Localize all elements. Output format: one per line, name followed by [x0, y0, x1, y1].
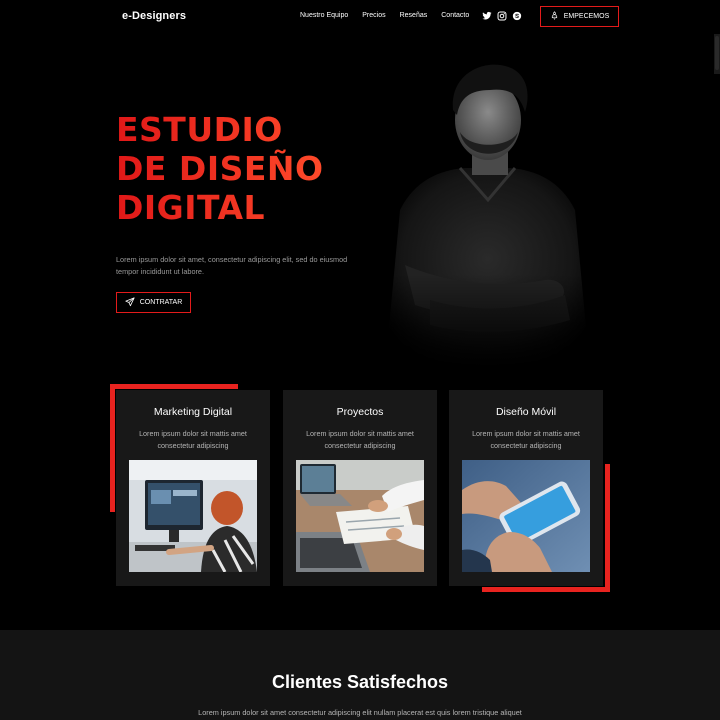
- card-proyectos[interactable]: Proyectos Lorem ipsum dolor sit mattis a…: [283, 390, 437, 586]
- hero-title-line-1: ESTUDIO: [116, 110, 324, 149]
- hero-title-line-2: DE DISEÑO: [116, 149, 324, 188]
- card-marketing[interactable]: Marketing Digital Lorem ipsum dolor sit …: [116, 390, 270, 586]
- nav-link-precios[interactable]: Precios: [362, 12, 385, 19]
- card-text: Lorem ipsum dolor sit mattis amet consec…: [306, 429, 414, 450]
- hero-person-photo: [360, 50, 630, 370]
- start-button[interactable]: EMPECEMOS: [540, 6, 619, 27]
- hero-title: ESTUDIO DE DISEÑO DIGITAL: [116, 110, 324, 227]
- twitter-icon[interactable]: [482, 11, 492, 21]
- card-title: Marketing Digital: [153, 406, 233, 418]
- hero-description: Lorem ipsum dolor sit amet, consectetur …: [116, 255, 348, 276]
- logo[interactable]: e-Designers: [122, 10, 186, 22]
- scrollbar[interactable]: [714, 34, 720, 74]
- card-title: Proyectos: [336, 406, 384, 418]
- start-button-label: EMPECEMOS: [563, 13, 610, 20]
- card-title: Diseño Móvil: [495, 406, 557, 418]
- clients-text: Lorem ipsum dolor sit amet consectetur a…: [198, 708, 522, 717]
- nav-link-contacto[interactable]: Contacto: [441, 12, 469, 19]
- nav-link-resenas[interactable]: Reseñas: [400, 12, 428, 19]
- skype-icon[interactable]: [512, 11, 522, 21]
- clients-section: Clientes Satisfechos Lorem ipsum dolor s…: [0, 630, 720, 720]
- rocket-icon: [550, 11, 559, 22]
- card-diseno-movil[interactable]: Diseño Móvil Lorem ipsum dolor sit matti…: [449, 390, 603, 586]
- nav-link-equipo[interactable]: Nuestro Equipo: [300, 12, 348, 19]
- card-text: Lorem ipsum dolor sit mattis amet consec…: [472, 429, 580, 450]
- top-nav: e-Designers Nuestro Equipo Precios Reseñ…: [0, 0, 720, 34]
- card-image-desk: [296, 460, 424, 572]
- hire-button[interactable]: CONTRATAR: [116, 292, 191, 313]
- card-image-phone: [462, 460, 590, 572]
- clients-title: Clientes Satisfechos: [271, 672, 449, 692]
- instagram-icon[interactable]: [497, 11, 507, 21]
- hero-title-line-3: DIGITAL: [116, 188, 324, 227]
- nav-links: Nuestro Equipo Precios Reseñas Contacto: [300, 12, 483, 19]
- hire-button-label: CONTRATAR: [139, 299, 183, 306]
- scrollbar-thumb[interactable]: [715, 36, 719, 70]
- card-text: Lorem ipsum dolor sit mattis amet consec…: [139, 429, 247, 450]
- paper-plane-icon: [125, 296, 135, 309]
- card-image-office: [129, 460, 257, 572]
- social-links: [482, 11, 522, 21]
